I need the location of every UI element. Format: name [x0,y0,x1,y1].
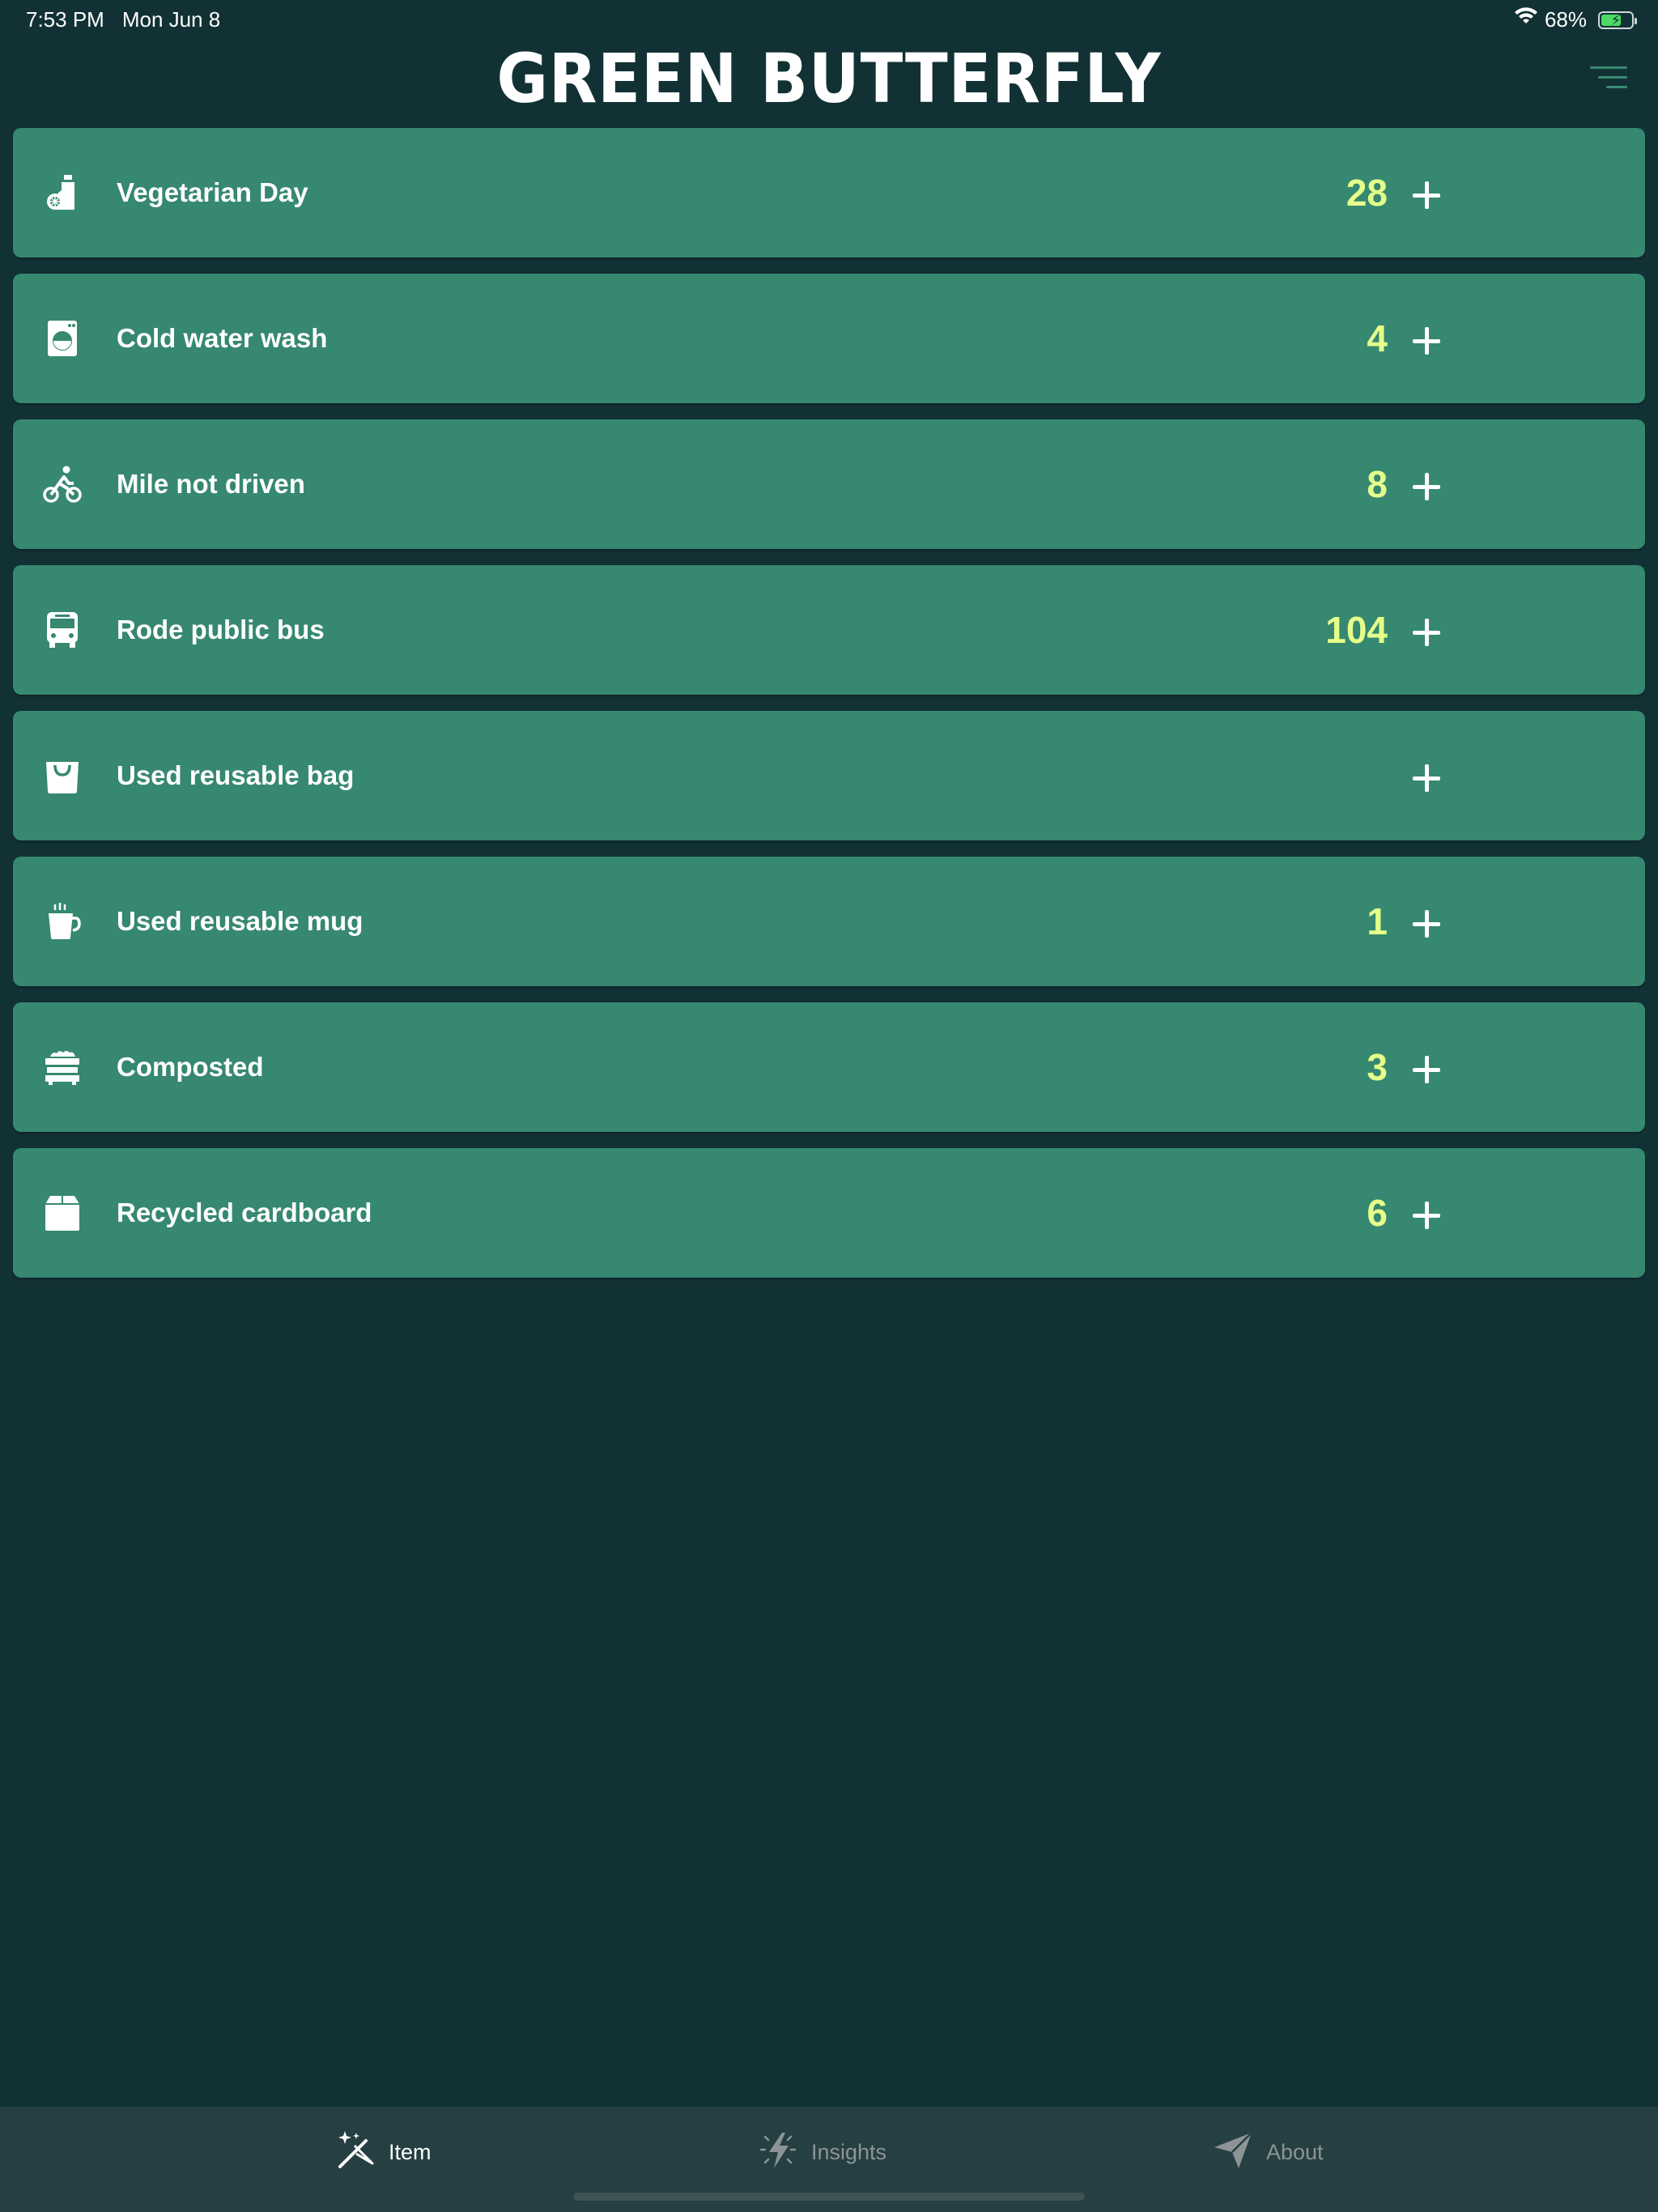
status-date: Mon Jun 8 [121,7,221,32]
item-row-cold-water-wash[interactable]: Cold water wash 4 [13,274,1645,403]
item-row-used-reusable-mug[interactable]: Used reusable mug 1 [13,857,1645,986]
item-label: Used reusable mug [117,906,363,936]
item-count: 1 [1367,900,1388,942]
add-button[interactable] [1402,1045,1451,1094]
battery-percent: 68% [1544,7,1587,32]
item-count: 4 [1367,317,1388,359]
item-count: 6 [1367,1192,1388,1234]
item-count: 104 [1325,609,1388,651]
item-label: Rode public bus [117,615,325,644]
compost-bin-icon [42,1047,83,1087]
bottle-icon [42,172,83,213]
add-button[interactable] [1402,462,1451,511]
tab-bar: Item Insights About [0,2107,1658,2212]
filter-menu-button[interactable] [1590,66,1627,91]
app-title: Green Butterfly [496,39,1162,118]
menu-line [1606,86,1627,88]
add-button[interactable] [1402,317,1451,365]
add-button[interactable] [1402,900,1451,948]
lightning-icon [756,2128,800,2177]
shopping-bag-icon [42,755,83,796]
item-row-vegetarian-day[interactable]: Vegetarian Day 28 [13,128,1645,257]
wifi-icon [1514,7,1538,32]
item-label: Vegetarian Day [117,177,308,207]
item-row-mile-not-driven[interactable]: Mile not driven 8 [13,419,1645,549]
item-label: Mile not driven [117,469,305,499]
item-count: 8 [1367,463,1388,505]
add-button[interactable] [1402,171,1451,219]
add-button[interactable] [1402,608,1451,657]
mug-icon [42,901,83,942]
washing-machine-icon [42,318,83,359]
tab-item[interactable]: Item [334,2128,432,2176]
menu-line [1590,66,1627,69]
item-row-used-reusable-bag[interactable]: Used reusable bag [13,711,1645,840]
item-count: 28 [1346,172,1388,214]
item-list: Vegetarian Day 28 Cold water wash 4 Mile… [13,128,1645,1294]
paper-plane-icon [1211,2128,1255,2177]
bicycle-icon [42,464,83,504]
battery-icon: ⚡ [1598,11,1637,29]
tab-label: Item [389,2139,432,2164]
add-button[interactable] [1402,1191,1451,1240]
status-time: 7:53 PM [26,7,104,32]
status-left: 7:53 PM Mon Jun 8 [26,7,220,32]
magic-wand-icon [334,2128,377,2177]
item-row-composted[interactable]: Composted 3 [13,1002,1645,1132]
item-label: Cold water wash [117,323,328,353]
tab-label: About [1266,2139,1324,2164]
item-label: Composted [117,1052,264,1082]
menu-line [1598,76,1627,79]
tab-insights[interactable]: Insights [756,2128,886,2176]
bus-icon [42,610,83,650]
status-right: 68% ⚡ [1514,7,1637,32]
item-row-rode-public-bus[interactable]: Rode public bus 104 [13,565,1645,695]
item-count: 3 [1367,1046,1388,1088]
item-label: Used reusable bag [117,760,355,790]
charging-bolt-icon: ⚡ [1610,11,1622,28]
status-bar: 7:53 PM Mon Jun 8 68% ⚡ [0,0,1658,39]
box-icon [42,1193,83,1233]
tab-about[interactable]: About [1211,2128,1324,2176]
add-button[interactable] [1402,754,1451,802]
item-label: Recycled cardboard [117,1197,372,1227]
home-indicator[interactable] [573,2193,1085,2201]
tab-label: Insights [811,2139,887,2164]
item-row-recycled-cardboard[interactable]: Recycled cardboard 6 [13,1148,1645,1278]
